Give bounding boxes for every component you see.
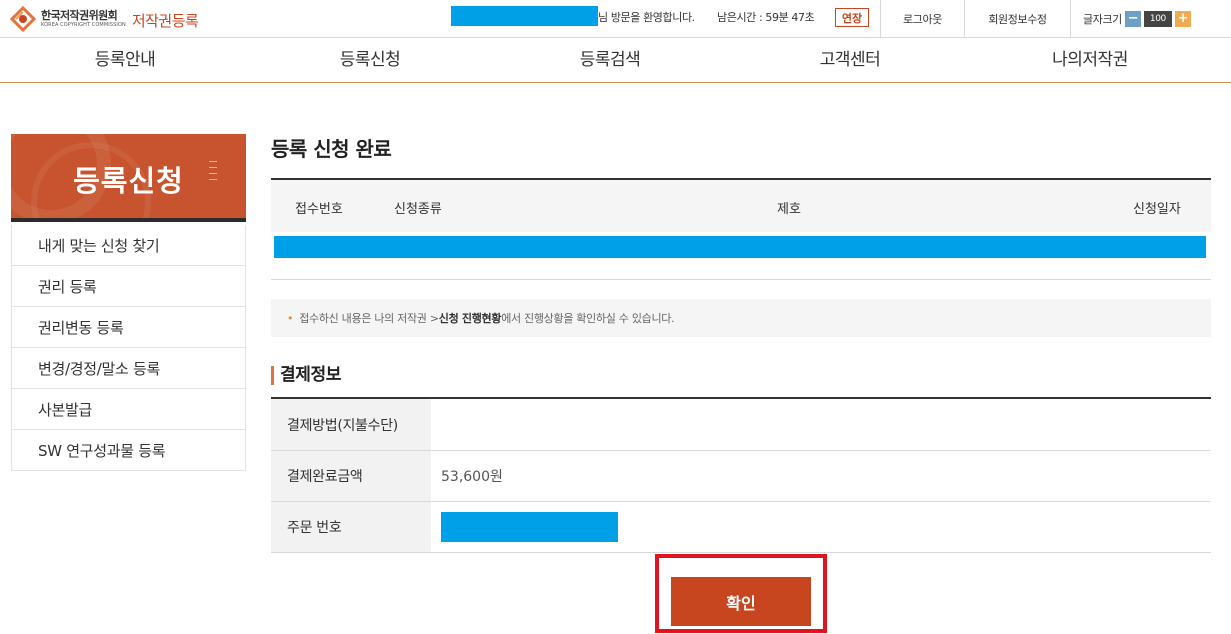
font-size-label: 글자크기 — [1083, 12, 1122, 26]
sidebar-item-sw-research-registration[interactable]: SW 연구성과물 등록 — [12, 429, 245, 470]
status-notice: • 접수하신 내용은 나의 저작권 > 신청 진행현황 에서 진행상황을 확인하… — [271, 299, 1211, 337]
payment-amount-value: 53,600원 — [441, 469, 503, 485]
order-number-value — [431, 502, 1211, 552]
payment-table: 결제방법(지불수단) 결제완료금액 53,600원 주문 번호 — [271, 397, 1211, 553]
payment-method-value — [431, 399, 1211, 450]
application-table-header: 접수번호 신청종류 제호 신청일자 — [271, 180, 1211, 232]
confirm-highlight-frame: 확인 — [655, 554, 827, 633]
table-row: 결제방법(지불수단) — [271, 399, 1211, 451]
logo-org-name-en: KOREA COPYRIGHT COMMISSION — [41, 22, 126, 28]
top-bar: 한국저작권위원회 KOREA COPYRIGHT COMMISSION 저작권등… — [0, 0, 1231, 38]
payment-method-label: 결제방법(지불수단) — [271, 399, 431, 450]
sidebar-header: 등록신청 — [11, 134, 246, 222]
sidebar-header-lines-icon — [209, 161, 217, 185]
sidebar-item-change-correction-cancel[interactable]: 변경/경정/말소 등록 — [12, 347, 245, 388]
main-navigation: 등록안내 등록신청 등록검색 고객센터 나의저작권 — [0, 38, 1231, 83]
redacted-application-row — [274, 236, 1206, 258]
logo-org-name: 한국저작권위원회 — [41, 9, 118, 22]
column-title: 제호 — [777, 202, 801, 217]
gnb-item-apply[interactable]: 등록신청 — [250, 38, 490, 82]
font-size-control: 글자크기 − 100 + — [1070, 0, 1231, 37]
font-size-value: 100 — [1143, 10, 1172, 27]
font-size-increase-button[interactable]: + — [1174, 10, 1191, 27]
order-number-label: 주문 번호 — [271, 502, 431, 552]
gnb-item-search[interactable]: 등록검색 — [490, 38, 730, 82]
site-logo[interactable]: 한국저작권위원회 KOREA COPYRIGHT COMMISSION 저작권등… — [9, 5, 199, 33]
notice-link-progress: 신청 진행현황 — [438, 312, 502, 325]
table-row: 주문 번호 — [271, 502, 1211, 553]
column-application-type: 신청종류 — [394, 202, 442, 217]
session-remaining-time: 남은시간 : 59분 47초 — [717, 11, 815, 24]
redacted-user-name — [451, 6, 598, 26]
payment-amount-label: 결제완료금액 — [271, 451, 431, 501]
gnb-item-guide[interactable]: 등록안내 — [0, 38, 250, 82]
redacted-order-number — [441, 512, 618, 542]
gnb-item-customer-center[interactable]: 고객센터 — [730, 38, 970, 82]
sidebar-menu: 내게 맞는 신청 찾기 권리 등록 권리변동 등록 변경/경정/말소 등록 사본… — [11, 225, 246, 471]
confirm-button[interactable]: 확인 — [671, 577, 811, 626]
welcome-text: 님 방문을 환영합니다. — [598, 11, 695, 24]
payment-section-title: 결제정보 — [271, 366, 341, 385]
sidebar-item-rights-change-registration[interactable]: 권리변동 등록 — [12, 306, 245, 347]
notice-text-after: 에서 진행상황을 확인하실 수 있습니다. — [501, 312, 675, 325]
service-name: 저작권등록 — [131, 11, 199, 30]
column-application-date: 신청일자 — [1133, 202, 1181, 217]
member-edit-link[interactable]: 회원정보수정 — [964, 0, 1070, 37]
notice-text-before: 접수하신 내용은 나의 저작권 > — [299, 312, 439, 325]
sidebar-item-find-application[interactable]: 내게 맞는 신청 찾기 — [12, 225, 245, 265]
logout-link[interactable]: 로그아웃 — [880, 0, 964, 37]
table-row — [271, 232, 1211, 280]
bullet-icon: • — [287, 311, 294, 325]
logo-mark-icon — [9, 5, 37, 33]
application-table: 접수번호 신청종류 제호 신청일자 — [271, 178, 1211, 280]
gnb-item-my-copyright[interactable]: 나의저작권 — [970, 38, 1210, 82]
table-row: 결제완료금액 53,600원 — [271, 451, 1211, 502]
sidebar-item-rights-registration[interactable]: 권리 등록 — [12, 265, 245, 306]
font-size-decrease-button[interactable]: − — [1124, 10, 1141, 27]
column-receipt-number: 접수번호 — [295, 202, 343, 217]
sidebar-item-copy-issuance[interactable]: 사본발급 — [12, 388, 245, 429]
page-title: 등록 신청 완료 — [271, 137, 392, 161]
session-extend-button[interactable]: 연장 — [835, 8, 869, 27]
